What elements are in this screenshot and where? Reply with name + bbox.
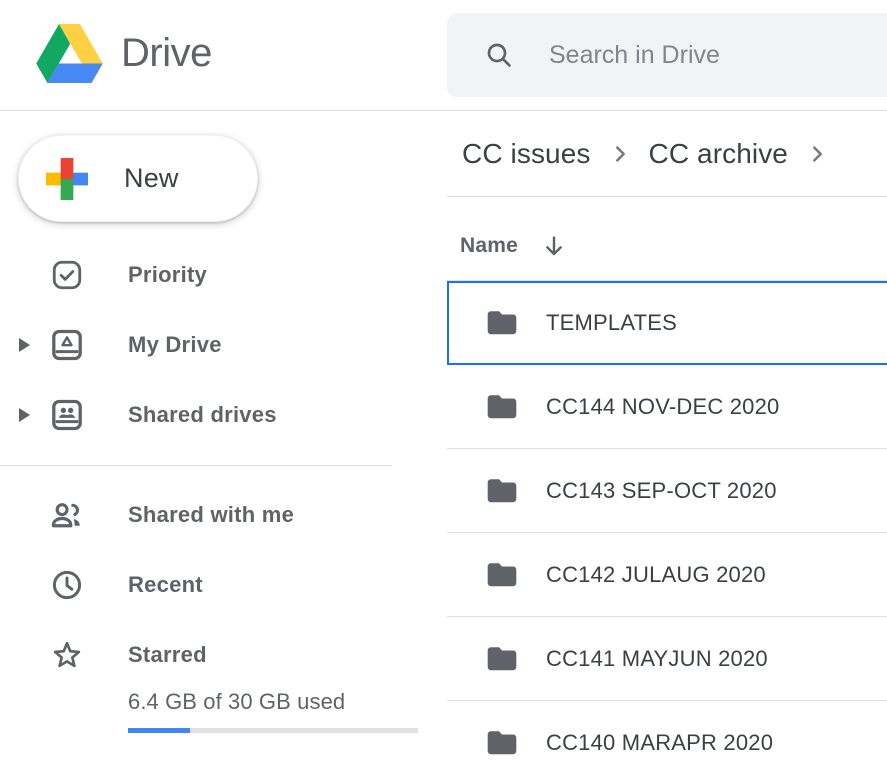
expand-arrow-icon[interactable] [19, 338, 30, 352]
sidebar-item-priority[interactable]: Priority [0, 240, 420, 310]
folder-icon [485, 728, 519, 758]
sidebar-item-label: My Drive [128, 332, 222, 358]
breadcrumb-item-cc-archive[interactable]: CC archive [647, 138, 790, 170]
expand-arrow-icon[interactable] [19, 408, 30, 422]
sidebar: New Priority My Drive [0, 111, 447, 773]
app-header: Drive [0, 0, 887, 111]
storage-indicator[interactable]: 6.4 GB of 30 GB used [0, 679, 420, 749]
folder-name: CC142 JULAUG 2020 [546, 562, 766, 588]
name-column-header[interactable]: Name [460, 222, 568, 270]
plus-icon [45, 157, 89, 201]
search-bar[interactable] [447, 13, 887, 97]
app-title: Drive [121, 31, 212, 76]
chevron-right-icon [608, 142, 632, 166]
sort-descending-icon [540, 232, 568, 260]
name-column-label: Name [460, 234, 518, 258]
folder-row[interactable]: CC143 SEP-OCT 2020 [447, 449, 887, 533]
folder-icon [485, 392, 519, 422]
drive-logo[interactable]: Drive [36, 24, 212, 83]
sidebar-item-label: Shared drives [128, 402, 277, 428]
sidebar-item-label: Starred [128, 642, 207, 668]
file-list: TEMPLATES CC144 NOV-DEC 2020 CC143 SEP-O… [447, 280, 887, 773]
my-drive-icon [48, 326, 86, 364]
folder-row[interactable]: CC142 JULAUG 2020 [447, 533, 887, 617]
breadcrumb: CC issues CC archive [447, 111, 887, 196]
folder-name: CC140 MARAPR 2020 [546, 730, 773, 756]
google-drive-app: Drive New [0, 0, 887, 773]
chevron-right-icon [805, 142, 829, 166]
folder-icon [485, 308, 519, 338]
sidebar-item-shared-drives[interactable]: Shared drives [0, 380, 420, 450]
sidebar-item-label: Priority [128, 262, 207, 288]
sidebar-item-recent[interactable]: Recent [0, 550, 420, 620]
folder-icon [485, 644, 519, 674]
drive-triangle-icon [36, 24, 103, 83]
folder-name: CC143 SEP-OCT 2020 [546, 478, 777, 504]
folder-name: CC144 NOV-DEC 2020 [546, 394, 779, 420]
storage-progress-bar [128, 728, 418, 733]
sidebar-item-shared-with-me[interactable]: Shared with me [0, 480, 420, 550]
new-button[interactable]: New [18, 135, 258, 222]
shared-drives-icon [48, 396, 86, 434]
folder-name: CC141 MAYJUN 2020 [546, 646, 768, 672]
sidebar-item-label: Shared with me [128, 502, 294, 528]
sidebar-divider [0, 465, 392, 466]
recent-icon [48, 566, 86, 604]
breadcrumb-item-cc-issues[interactable]: CC issues [460, 138, 593, 170]
folder-row[interactable]: CC141 MAYJUN 2020 [447, 617, 887, 701]
folder-row[interactable]: CC140 MARAPR 2020 [447, 701, 887, 773]
new-button-label: New [124, 163, 179, 194]
storage-progress-fill [128, 728, 190, 733]
search-input[interactable] [547, 40, 887, 71]
folder-row[interactable]: TEMPLATES [447, 281, 887, 365]
starred-icon [48, 636, 86, 674]
priority-icon [48, 256, 86, 294]
shared-with-me-icon [48, 496, 86, 534]
sidebar-item-label: Recent [128, 572, 203, 598]
storage-usage-text: 6.4 GB of 30 GB used [128, 689, 345, 715]
sidebar-item-my-drive[interactable]: My Drive [0, 310, 420, 380]
folder-icon [485, 476, 519, 506]
folder-name: TEMPLATES [546, 310, 677, 336]
search-icon[interactable] [483, 39, 515, 71]
folder-icon [485, 560, 519, 590]
folder-row[interactable]: CC144 NOV-DEC 2020 [447, 365, 887, 449]
content-divider [447, 196, 887, 197]
